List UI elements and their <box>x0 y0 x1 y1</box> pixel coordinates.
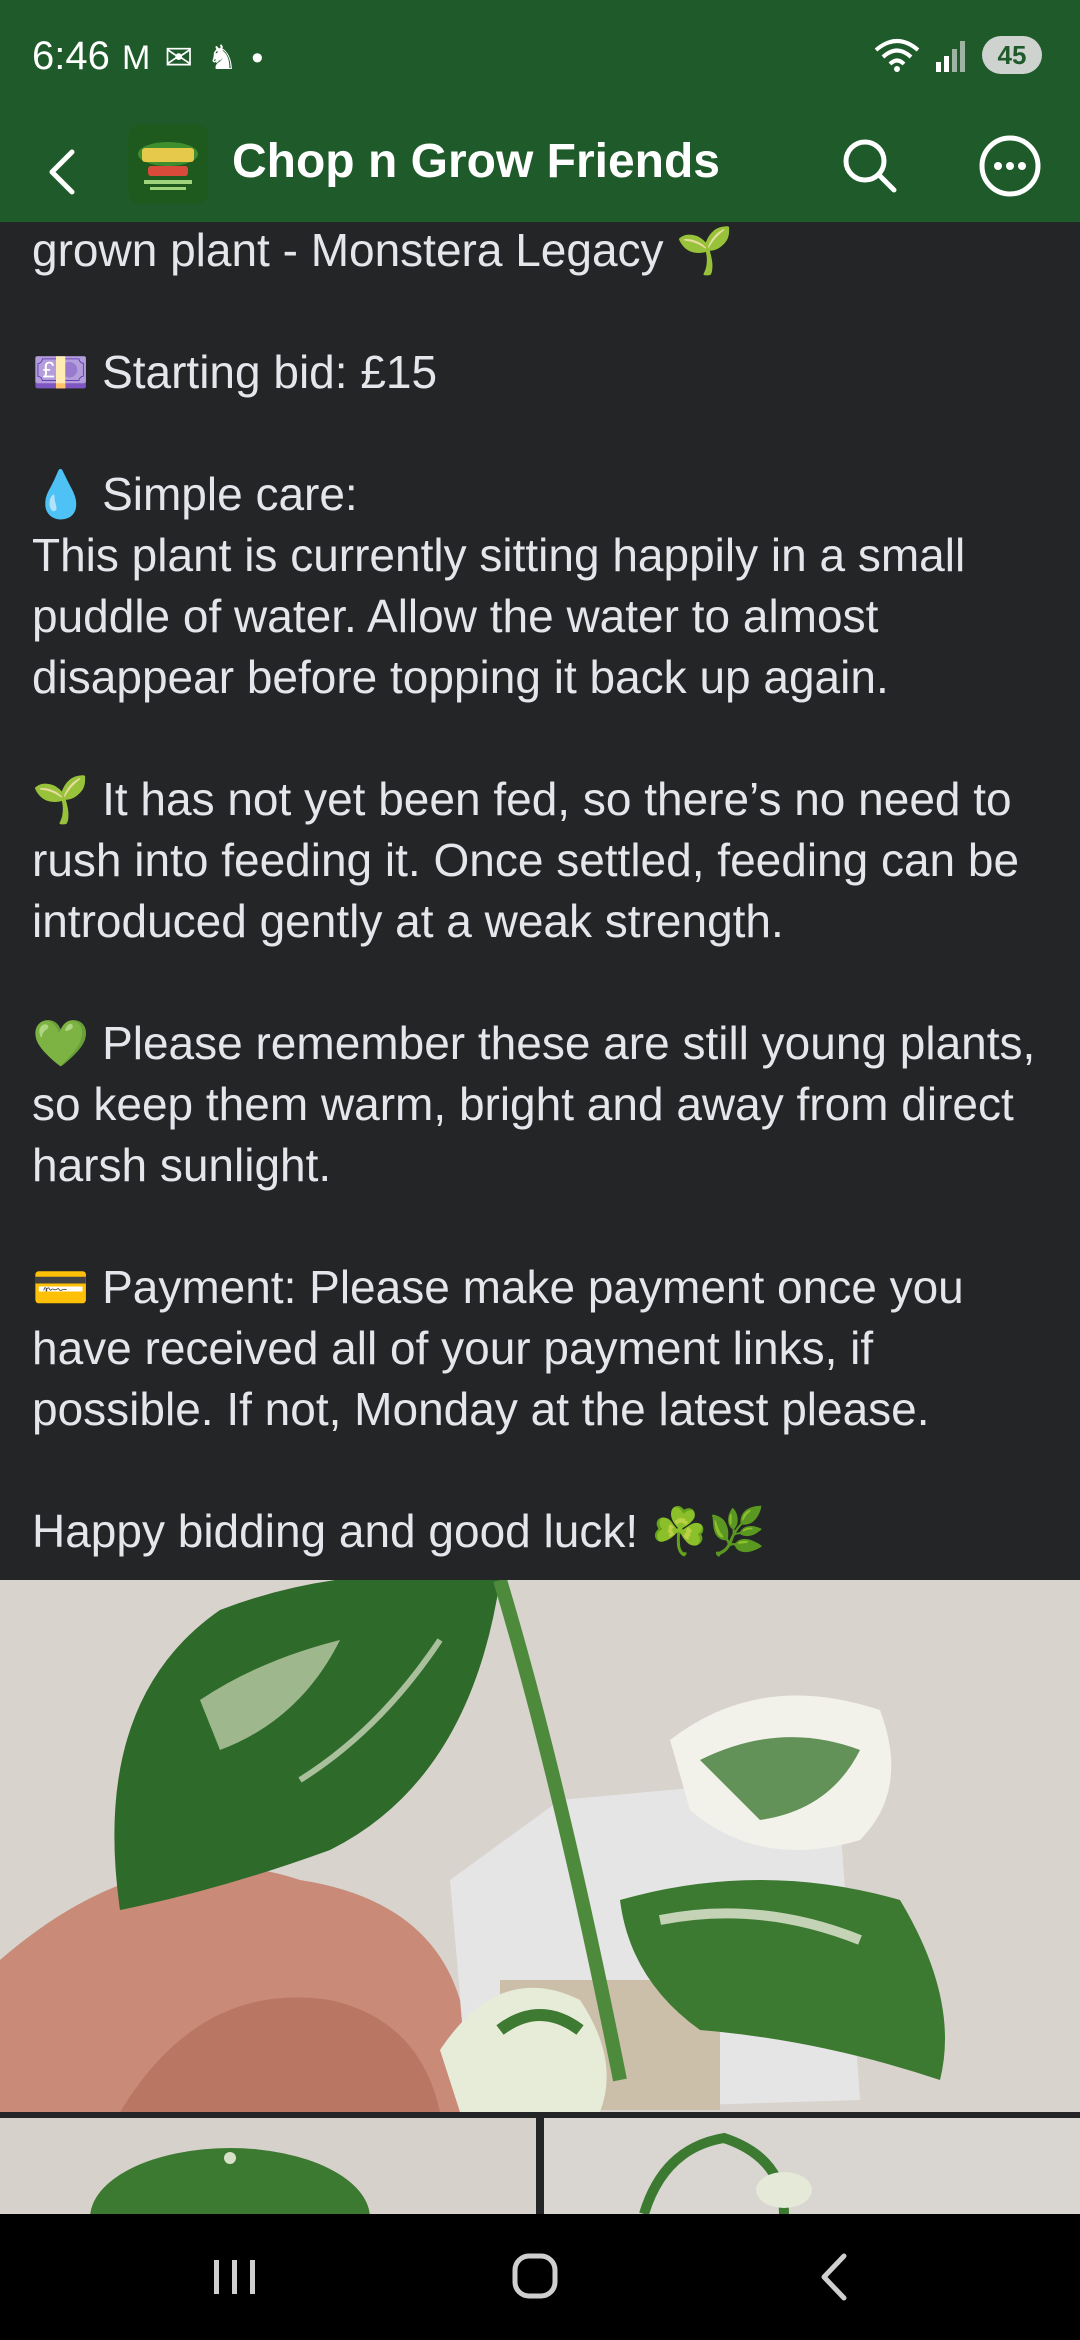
post-photo-thumb[interactable] <box>544 2118 1080 2214</box>
money-icon: 💷 <box>32 346 90 398</box>
recent-apps-button[interactable] <box>200 2244 270 2310</box>
mail-icon: ✉ <box>164 39 193 77</box>
signal-icon <box>936 41 965 72</box>
post-text-line: grown plant - Monstera Legacy <box>32 224 664 276</box>
search-button[interactable] <box>836 132 904 200</box>
recent-apps-icon <box>214 2260 255 2294</box>
post-paragraph: 💳 Payment: Please make payment once you … <box>32 1257 1052 1440</box>
post-body: grown plant - Monstera Legacy 🌱 💷 Starti… <box>32 220 1052 1562</box>
green-heart-icon: 💚 <box>32 1017 90 1069</box>
gmail-icon: M <box>122 39 151 77</box>
photo-thumb-image <box>544 2118 1080 2214</box>
system-icons: 45 <box>874 36 1042 74</box>
system-navigation-bar <box>0 2214 1080 2340</box>
water-drop-icon: 💧 <box>32 468 90 520</box>
status-bar: 6:46 M ✉ ♞ • 45 <box>0 0 1080 120</box>
wifi-icon <box>874 39 920 72</box>
credit-card-icon: 💳 <box>32 1261 90 1313</box>
post-paragraph: 💧 Simple care: This plant is currently s… <box>32 464 1052 708</box>
app-icon: ♞ <box>206 39 238 77</box>
clover-herb-icon: ☘️🌿 <box>650 1505 766 1557</box>
monstera-photo <box>0 1580 1080 2112</box>
battery-indicator: 45 <box>982 36 1042 74</box>
starting-bid-text: Starting bid: £15 <box>102 346 438 398</box>
payment-text: Payment: Please make payment once you ha… <box>32 1261 964 1435</box>
status-time: 6:46 <box>32 34 110 78</box>
home-button[interactable] <box>500 2244 570 2310</box>
post-photo-main[interactable] <box>0 1580 1080 2112</box>
seedling-icon: 🌱 <box>676 224 734 276</box>
post-paragraph: 🌱 It has not yet been fed, so there’s no… <box>32 769 1052 952</box>
reminder-text: Please remember these are still young pl… <box>32 1017 1036 1191</box>
care-body: This plant is currently sitting happily … <box>32 529 966 703</box>
notification-icons: M ✉ ♞ • <box>122 40 263 76</box>
back-icon <box>821 2253 847 2301</box>
seedling-icon: 🌱 <box>32 773 90 825</box>
photo-thumb-image <box>0 2118 536 2214</box>
post-paragraph: 💚 Please remember these are still young … <box>32 1013 1052 1196</box>
care-heading: Simple care: <box>102 468 358 520</box>
closing-text: Happy bidding and good luck! <box>32 1505 639 1557</box>
post-paragraph: grown plant - Monstera Legacy 🌱 <box>32 220 1052 281</box>
group-avatar[interactable] <box>128 124 208 204</box>
back-arrow-icon <box>49 149 75 195</box>
feeding-text: It has not yet been fed, so there’s no n… <box>32 773 1020 947</box>
home-icon <box>512 2253 558 2299</box>
group-logo-icon <box>128 124 208 204</box>
more-options-button[interactable] <box>976 132 1044 200</box>
post-paragraph: Happy bidding and good luck! ☘️🌿 <box>32 1501 1052 1562</box>
post-photo-thumb[interactable] <box>0 2118 536 2214</box>
more-notifications-icon: • <box>251 39 264 77</box>
post-paragraph: 💷 Starting bid: £15 <box>32 342 1052 403</box>
group-title[interactable]: Chop n Grow Friends <box>232 134 720 189</box>
system-back-button[interactable] <box>800 2244 870 2310</box>
back-button[interactable] <box>36 144 92 200</box>
photo-thumbnails <box>0 2118 1080 2214</box>
